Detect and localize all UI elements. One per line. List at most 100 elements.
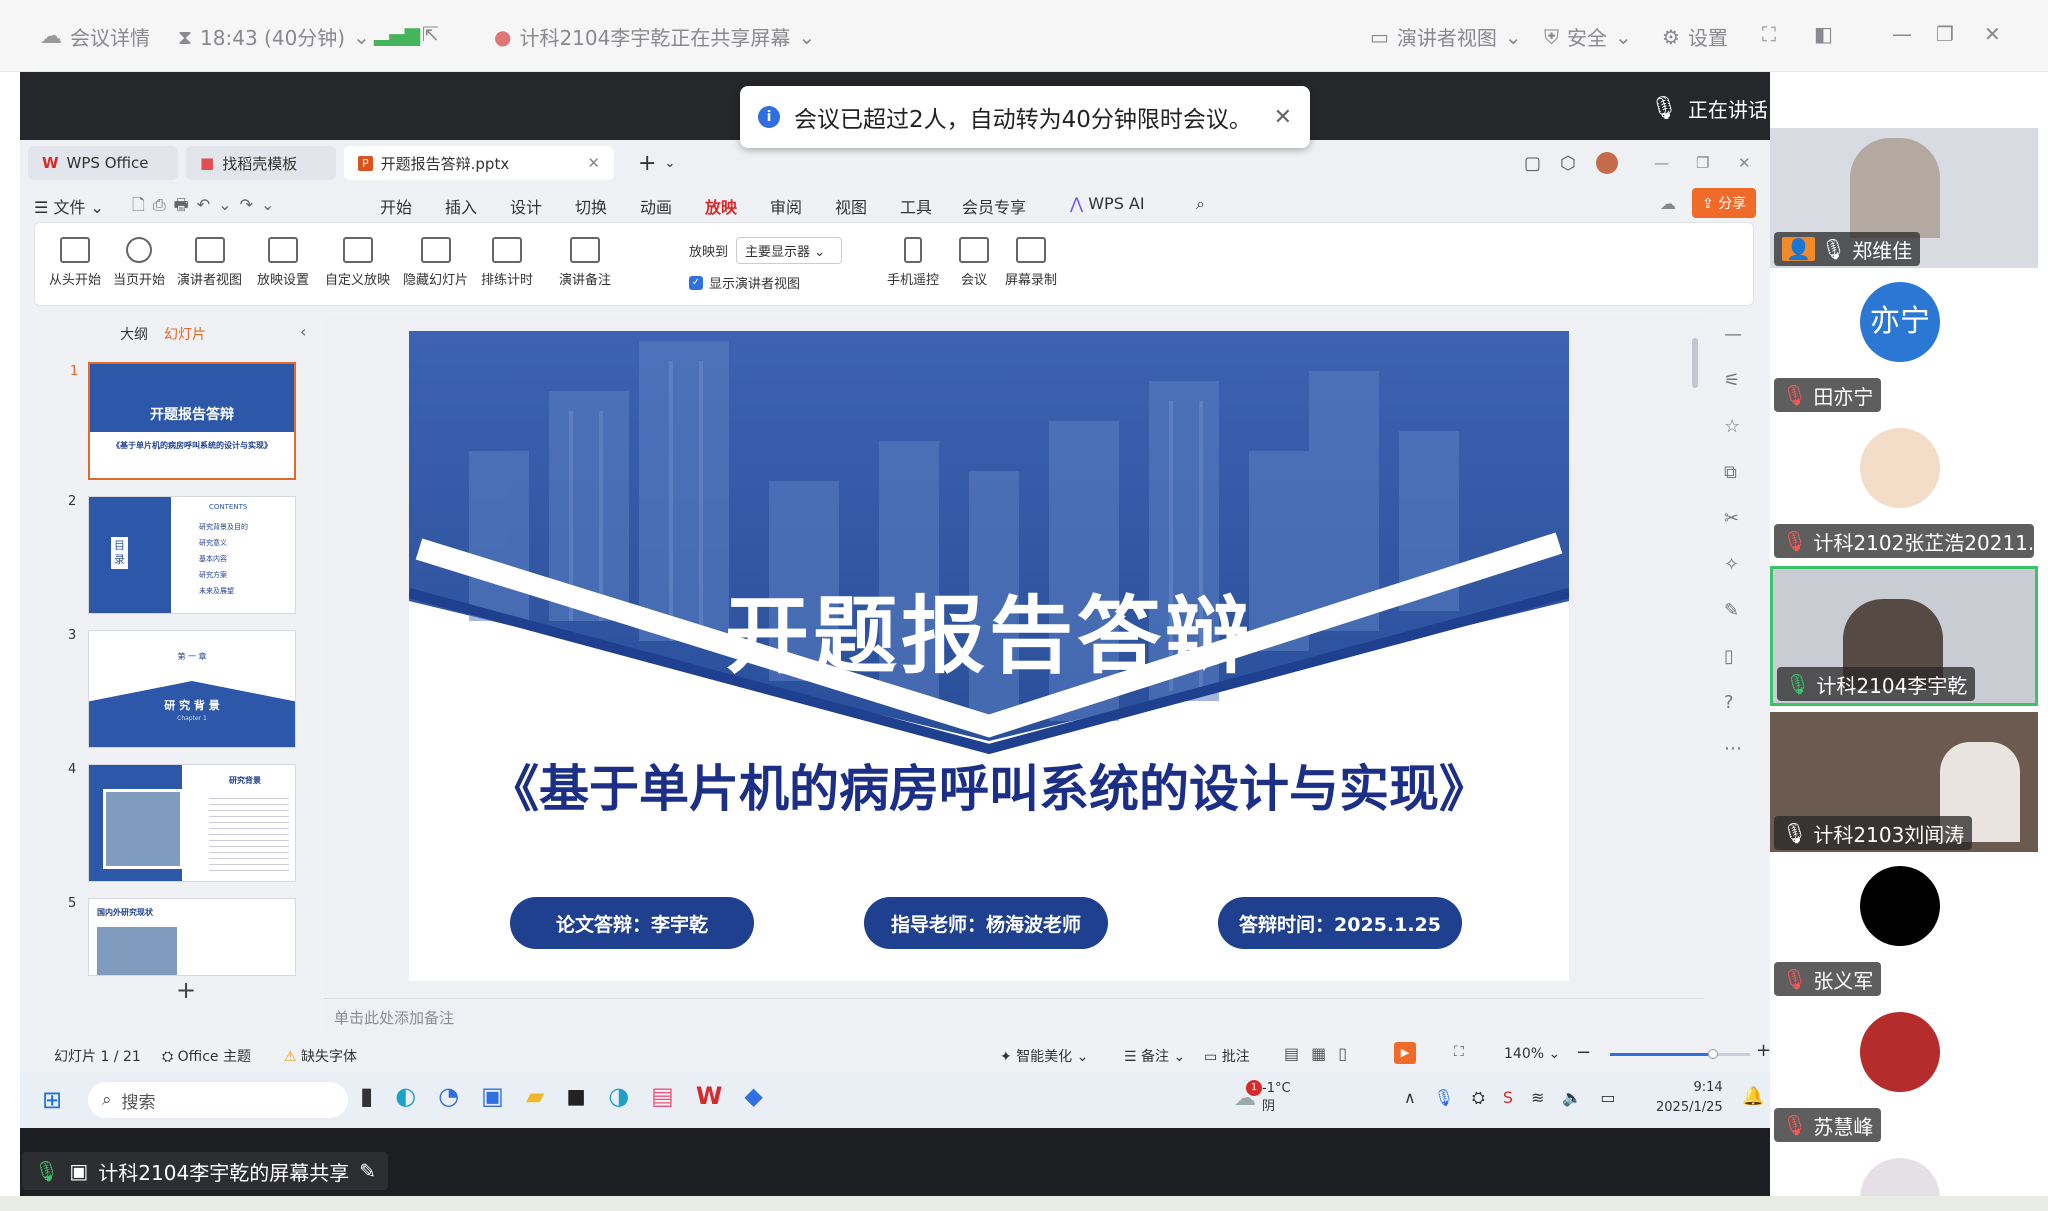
fullscreen-icon[interactable]: ⛶ — [1762, 22, 1776, 46]
participant-tile[interactable]: 👤 🎙 郑维佳 — [1770, 128, 2038, 268]
tab-pptx-file[interactable]: P 开题报告答辩.pptx ✕ — [344, 146, 614, 180]
edit-icon[interactable]: ✎ — [1724, 600, 1739, 621]
cloud-sync-icon[interactable]: ☁ — [1660, 194, 1676, 213]
phone-remote-button[interactable]: 手机遥控 — [887, 237, 939, 288]
collapse-panel-icon[interactable]: ‹ — [300, 322, 306, 341]
wps-close-icon[interactable]: ✕ — [1724, 146, 1765, 180]
wifi-icon[interactable]: ≋ — [1531, 1088, 1544, 1108]
sharing-status[interactable]: ● 计科2104李宇乾正在共享屏幕 ⌄ — [494, 22, 815, 51]
screen-record-button[interactable]: 屏幕录制 — [1005, 237, 1057, 288]
taskbar-clock[interactable]: 9:14 2025/1/25 — [1656, 1078, 1723, 1118]
taskbar-search[interactable]: ⌕ 搜索 — [88, 1082, 348, 1118]
wps-minimize-icon[interactable]: — — [1640, 146, 1683, 180]
tab-wps-office[interactable]: W WPS Office — [28, 146, 178, 180]
notes-toggle-button[interactable]: ☰ 备注 ⌄ — [1124, 1046, 1185, 1066]
tab-slides[interactable]: 幻灯片 — [164, 324, 206, 344]
tray-wps-icon[interactable]: S — [1503, 1088, 1513, 1108]
user-avatar[interactable] — [1582, 146, 1632, 180]
notes-area[interactable]: 单击此处添加备注 — [324, 998, 1704, 1032]
slide-thumbnail-5[interactable]: 国内外研究现状 — [88, 898, 296, 976]
restore-icon[interactable]: ❐ — [1936, 22, 1954, 46]
menu-animations[interactable]: 动画 — [640, 194, 672, 218]
menu-tools[interactable]: 工具 — [900, 194, 932, 218]
menu-view[interactable]: 视图 — [835, 194, 867, 218]
share-button[interactable]: ⇪ 分享 — [1692, 188, 1757, 218]
participant-tile[interactable]: 🎙 苏慧峰 — [1770, 1004, 2038, 1144]
rehearse-button[interactable]: 排练计时 — [481, 237, 533, 288]
signal-icon[interactable]: ▂▄▆ — [374, 22, 420, 46]
zoom-slider[interactable] — [1610, 1049, 1750, 1059]
zoom-level[interactable]: 140% ⌄ — [1504, 1046, 1560, 1062]
tray-mic-icon[interactable]: 🎙 — [1434, 1088, 1454, 1108]
star-icon[interactable]: ☆ — [1724, 416, 1740, 437]
participant-tile[interactable]: 🎙 张义军 — [1770, 858, 2038, 998]
help-icon[interactable]: ? — [1724, 692, 1734, 713]
new-tab-button[interactable]: + ⌄ — [624, 146, 689, 180]
store-icon[interactable]: ▣ — [481, 1082, 504, 1110]
tab-close-icon[interactable]: ✕ — [587, 154, 600, 172]
show-on-select[interactable]: 主要显示器 ⌄ — [736, 237, 843, 264]
slide-thumbnail-3[interactable]: 第 一 章 研 究 背 景 Chapter 1 — [88, 630, 296, 748]
menu-home[interactable]: 开始 — [380, 194, 412, 218]
view-mode-buttons[interactable]: ▤▦▯ — [1284, 1044, 1359, 1063]
menu-design[interactable]: 设计 — [510, 194, 542, 218]
scrollbar-thumb[interactable] — [1692, 338, 1698, 388]
slide-thumbnail-1[interactable]: 开题报告答辩 《基于单片机的病房呼叫系统的设计与实现》 — [88, 362, 296, 480]
from-start-button[interactable]: 从头开始 — [49, 237, 101, 288]
wps-taskbar-icon[interactable]: W — [696, 1082, 722, 1110]
quick-access-toolbar[interactable]: 🗋⎙🖶↶⌄↷⌄ — [132, 194, 282, 221]
slide-canvas[interactable]: 开题报告答辩 《基于单片机的病房呼叫系统的设计与实现》 论文答辩：李宇乾 指导老… — [409, 331, 1569, 981]
participant-tile[interactable]: 亦宁 🎙 田亦宁 — [1770, 274, 2038, 414]
book-icon[interactable]: ▯ — [1724, 646, 1734, 667]
play-slideshow-button[interactable]: ▶ — [1394, 1042, 1416, 1064]
tab-docer-templates[interactable]: ■ 找稻壳模板 — [186, 146, 336, 180]
chat-app-icon[interactable]: ◔ — [438, 1082, 459, 1110]
more-icon[interactable]: ⋯ — [1724, 738, 1742, 759]
theme-button[interactable]: ⛭ Office 主题 — [162, 1046, 251, 1066]
adjust-icon[interactable]: ⚟ — [1724, 370, 1740, 391]
speaker-notes-button[interactable]: 演讲备注 — [559, 237, 611, 288]
weather-widget[interactable]: ☁ 1 -1°C 阴 — [1234, 1079, 1291, 1116]
zoom-out-button[interactable]: − — [1576, 1042, 1591, 1063]
hide-slide-button[interactable]: 隐藏幻灯片 — [403, 237, 468, 288]
show-presenter-checkbox[interactable]: ✓ 显示演讲者视图 — [689, 273, 800, 292]
task-view-icon[interactable]: ▮ — [360, 1082, 373, 1110]
layers-icon[interactable]: ⧉ — [1724, 462, 1737, 483]
notification-icon[interactable]: 🔔 — [1742, 1086, 1764, 1107]
participant-tile[interactable]: 🎙 计科2102张芷浩20211... — [1770, 420, 2038, 560]
slide-thumbnail-2[interactable]: 目录 CONTENTS 研究背景及目的 研究意义 基本内容 研究方案 未来及展望 — [88, 496, 296, 614]
collapse-strip-icon[interactable]: — — [1724, 324, 1742, 345]
custom-show-button[interactable]: 自定义放映 — [325, 237, 390, 288]
presenter-view-button[interactable]: ▭ 演讲者视图 ⌄ — [1370, 22, 1522, 51]
battery-icon[interactable]: ▭ — [1600, 1088, 1615, 1108]
zoom-in-button[interactable]: + — [1756, 1040, 1771, 1061]
tab-outline[interactable]: 大纲 — [120, 324, 148, 344]
security-button[interactable]: ⛨ 安全 ⌄ — [1544, 22, 1632, 51]
meeting-details-button[interactable]: ☁ 会议详情 — [40, 22, 150, 51]
volume-icon[interactable]: 🔈 — [1562, 1088, 1582, 1108]
media-app-icon[interactable]: ▤ — [651, 1082, 674, 1110]
participant-tile[interactable]: 🎙 计科2103刘闻涛 — [1770, 712, 2038, 852]
magic-icon[interactable]: ✧ — [1724, 554, 1739, 575]
meeting-taskbar-icon[interactable]: ◆ — [744, 1082, 762, 1110]
missing-font-button[interactable]: ⚠ 缺失字体 — [284, 1046, 357, 1066]
menu-slideshow[interactable]: 放映 — [705, 194, 738, 224]
notice-close-icon[interactable]: ✕ — [1274, 105, 1292, 130]
settings-button[interactable]: ⚙ 设置 — [1662, 22, 1728, 51]
show-settings-button[interactable]: 放映设置 — [257, 237, 309, 288]
jetbrains-icon[interactable]: ◼ — [566, 1082, 586, 1110]
canvas-scrollbar[interactable] — [1690, 318, 1700, 998]
meeting-timer[interactable]: ⧗ 18:43 (40分钟) ⌄ — [178, 22, 370, 51]
meeting-ribbon-button[interactable]: 会议 — [959, 237, 989, 288]
fit-window-icon[interactable]: ⛶ — [1454, 1044, 1464, 1060]
menu-wps-ai[interactable]: ⋀ WPS AI — [1070, 194, 1145, 213]
comments-button[interactable]: ▭ 批注 — [1204, 1046, 1250, 1066]
menu-file[interactable]: ☰ 文件 ⌄ — [34, 194, 104, 218]
tray-app-icon[interactable]: ⛭ — [1472, 1088, 1485, 1108]
sidebar-toggle-icon[interactable]: ◧ — [1814, 22, 1833, 46]
tray-expand-icon[interactable]: ∧ — [1404, 1088, 1416, 1108]
participant-tile-active[interactable]: 🎙 计科2104李宇乾 — [1770, 566, 2038, 706]
close-icon[interactable]: ✕ — [1984, 22, 2001, 46]
wps-restore-icon[interactable]: ❐ — [1682, 146, 1723, 180]
slide-thumbnail-4[interactable]: 研究背景 — [88, 764, 296, 882]
